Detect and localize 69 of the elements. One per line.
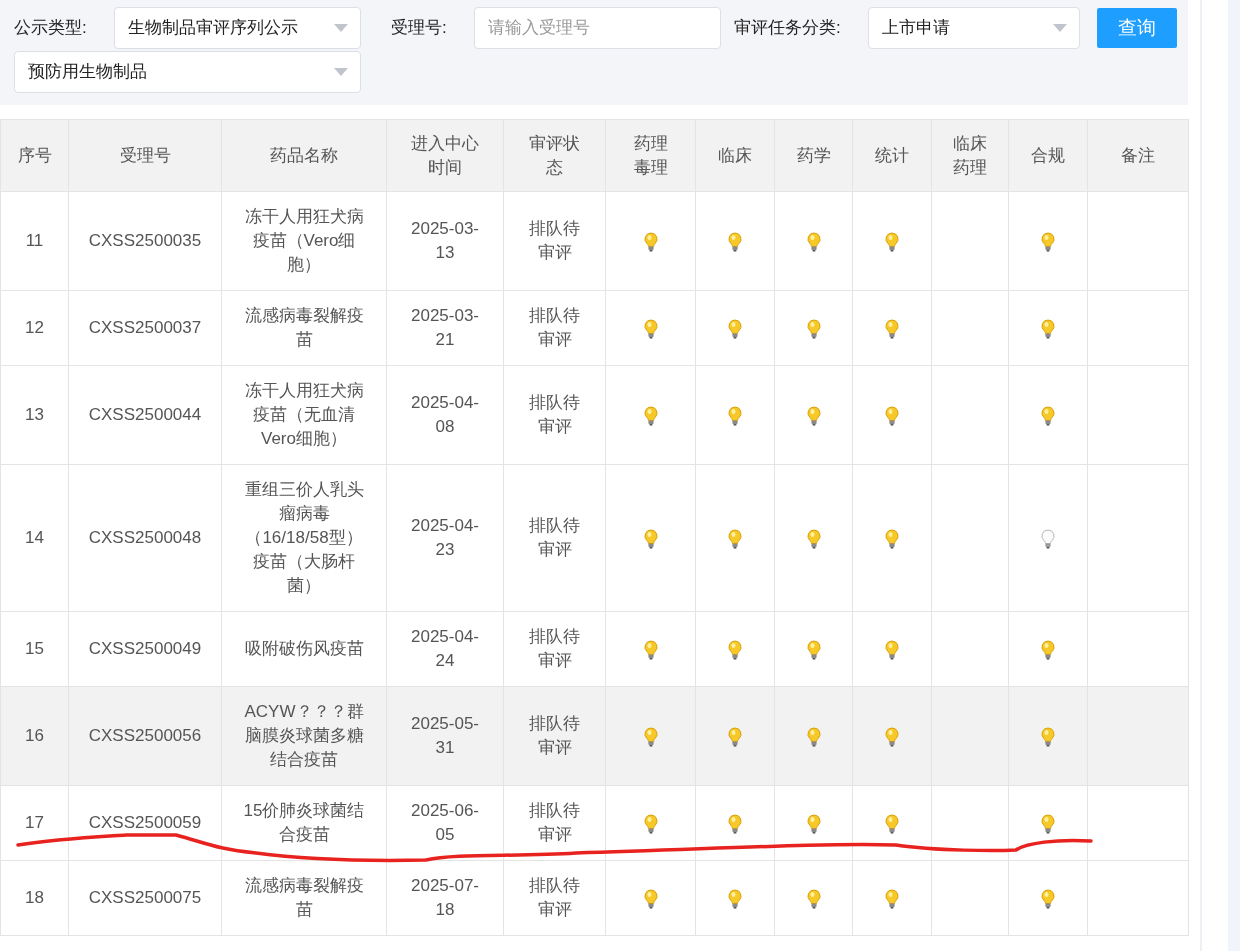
table-cell: CXSS2500059 [68,785,222,861]
subcategory-select[interactable]: 预防用生物制品 [14,50,361,93]
table-row[interactable]: 13 CXSS2500044 冻干人用狂犬病疫苗（无血清Vero细胞） 2025-04-08 排队待审评 [0,365,1189,465]
table-cell: CXSS2500049 [68,611,222,687]
table-cell: 16 [0,686,69,786]
notice-type-select[interactable]: 生物制品审评序列公示 [114,6,361,49]
table-cell: 14 [0,464,69,612]
table-row[interactable]: 16 CXSS2500056 ACYW？？？群脑膜炎球菌多糖结合疫苗 2025-05-31 排队待审评 [0,686,1189,786]
table-cell: 17 [0,785,69,861]
table-cell: 流感病毒裂解疫苗 [221,290,387,366]
column-header: 临床 [695,119,775,192]
caret-icon [334,67,348,76]
table-cell: CXSS2500037 [68,290,222,366]
table-row[interactable]: 12 CXSS2500037 流感病毒裂解疫苗 2025-03-21 排队待审评 [0,290,1189,366]
table-cell: CXSS2500056 [68,686,222,786]
column-header: 药品名称 [221,119,387,192]
caret-icon [1053,23,1067,32]
column-header: 临床药理 [931,119,1009,192]
table-cell: ACYW？？？群脑膜炎球菌多糖结合疫苗 [221,686,387,786]
filter-label: 公示类型: [14,17,88,39]
table-cell: 2025-04-08 [386,365,504,465]
column-header: 药学 [774,119,853,192]
table-cell: 2025-05-31 [386,686,504,786]
table-cell: 排队待审评 [503,686,606,786]
column-header: 药理毒理 [605,119,696,192]
table-cell: 冻干人用狂犬病疫苗（Vero细胞） [221,191,387,291]
table-cell: 18 [0,860,69,936]
table-cell: CXSS2500048 [68,464,222,612]
column-header: 合规 [1008,119,1088,192]
filter-label: 受理号: [391,17,448,39]
table-row[interactable]: 11 CXSS2500035 冻干人用狂犬病疫苗（Vero细胞） 2025-03-13 排队待审评 [0,191,1189,291]
table-cell: 15 [0,611,69,687]
table-cell: 排队待审评 [503,365,606,465]
table-cell: 13 [0,365,69,465]
table-cell: 冻干人用狂犬病疫苗（无血清Vero细胞） [221,365,387,465]
table-cell: CXSS2500044 [68,365,222,465]
table-row[interactable]: 18 CXSS2500075 流感病毒裂解疫苗 2025-07-18 排队待审评 [0,860,1189,936]
table-cell: 2025-04-24 [386,611,504,687]
table-cell: 排队待审评 [503,860,606,936]
table-cell: 重组三价人乳头瘤病毒（16/18/58型）疫苗（大肠杆菌） [221,464,387,612]
column-header: 审评状态 [503,119,606,192]
table-cell: 12 [0,290,69,366]
table-cell: 排队待审评 [503,191,606,291]
table-row[interactable]: 17 CXSS2500059 15价肺炎球菌结合疫苗 2025-06-05 排队待审评 [0,785,1189,861]
column-header: 序号 [0,119,69,192]
table-row[interactable]: 14 CXSS2500048 重组三价人乳头瘤病毒（16/18/58型）疫苗（大肠杆菌） 2025-04-23 排队待审评 [0,464,1189,612]
table-cell: 流感病毒裂解疫苗 [221,860,387,936]
column-header: 受理号 [68,119,222,192]
caret-icon [334,23,348,32]
table-cell: 排队待审评 [503,290,606,366]
task-category-select[interactable]: 上市申请 [868,6,1080,49]
table-cell: 排队待审评 [503,611,606,687]
column-header: 备注 [1087,119,1189,192]
table-cell: 11 [0,191,69,291]
table-cell: 排队待审评 [503,464,606,612]
table-cell: CXSS2500035 [68,191,222,291]
table-cell: 2025-07-18 [386,860,504,936]
table-row[interactable]: 15 CXSS2500049 吸附破伤风疫苗 2025-04-24 排队待审评 [0,611,1189,687]
table-cell: 2025-03-21 [386,290,504,366]
table-cell: 2025-03-13 [386,191,504,291]
column-header: 统计 [852,119,932,192]
table-cell: 吸附破伤风疫苗 [221,611,387,687]
acceptance-no-field[interactable]: 请输入受理号 [474,6,721,49]
table-cell: CXSS2500075 [68,860,222,936]
table-cell: 排队待审评 [503,785,606,861]
table-cell: 2025-04-23 [386,464,504,612]
filter-label: 审评任务分类: [734,17,842,39]
column-header: 进入中心时间 [386,119,504,192]
table-cell: 15价肺炎球菌结合疫苗 [221,785,387,861]
